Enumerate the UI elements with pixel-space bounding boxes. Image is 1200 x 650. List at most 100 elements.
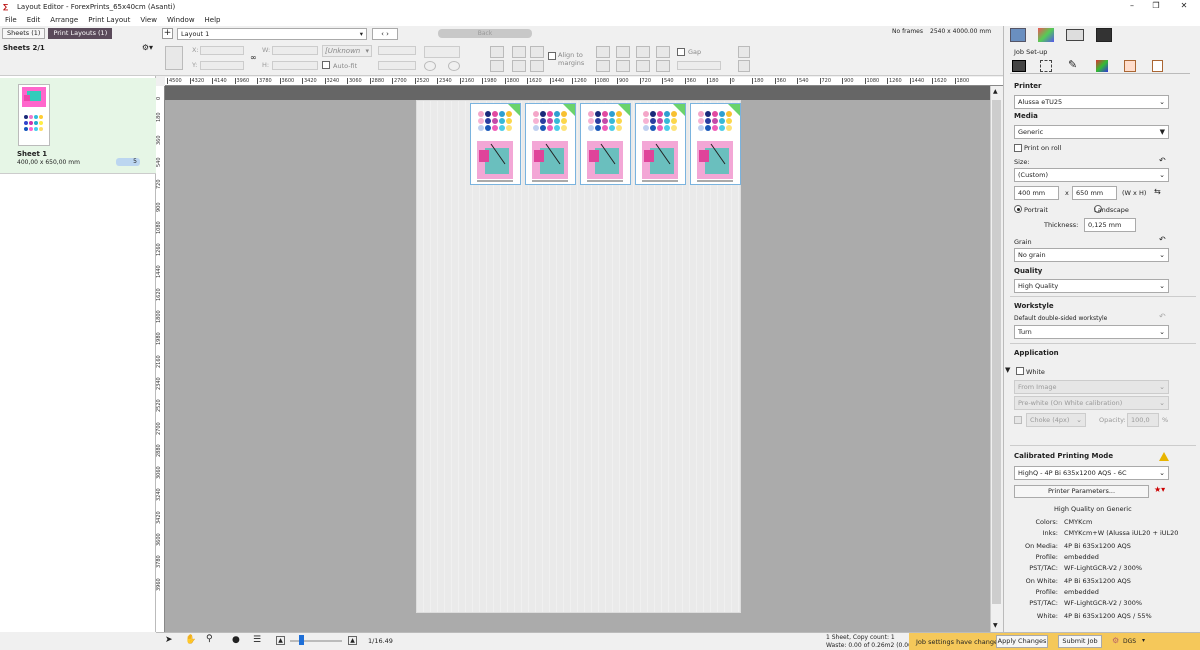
zoom-slider[interactable]	[290, 640, 342, 642]
media-select[interactable]: Generic ▼	[1014, 125, 1169, 139]
gear-icon[interactable]: ⚙▾	[142, 43, 153, 52]
y-field[interactable]	[200, 61, 244, 70]
collapse-icon[interactable]: ▼	[1005, 366, 1010, 374]
menu-help[interactable]: Help	[200, 16, 226, 24]
scroll-thumb[interactable]	[992, 100, 1001, 604]
grain-select[interactable]: No grain ⌄	[1014, 248, 1169, 262]
dgs-dropdown-icon[interactable]: ▾	[1142, 637, 1145, 644]
print-frame[interactable]	[525, 103, 576, 185]
sheet-list-item[interactable]: Sheet 1 400,00 x 650,00 mm 5	[0, 78, 156, 174]
tile-icon[interactable]	[738, 60, 750, 72]
grain-reset-icon[interactable]: ↶	[1159, 235, 1166, 244]
gap-checkbox[interactable]	[677, 48, 685, 56]
menu-window[interactable]: Window	[162, 16, 200, 24]
menu-file[interactable]: File	[0, 16, 22, 24]
scroll-down-icon[interactable]: ▼	[993, 622, 998, 629]
scroll-up-icon[interactable]: ▲	[993, 88, 998, 95]
add-layout-icon[interactable]: +	[162, 28, 173, 39]
menu-view[interactable]: View	[135, 16, 162, 24]
vertical-scrollbar[interactable]: ▲ ▼	[990, 86, 1002, 632]
anchor-grid-icon[interactable]	[165, 46, 183, 70]
layout-select[interactable]: Layout 1 ▾	[177, 28, 367, 40]
color-tab-icon[interactable]	[1038, 28, 1054, 42]
rotate-right-icon[interactable]	[448, 61, 460, 71]
color-subtab-icon[interactable]	[1096, 60, 1108, 72]
portrait-radio[interactable]	[1014, 205, 1022, 213]
pen-subtab-icon[interactable]: ✎	[1068, 58, 1077, 71]
star-icon[interactable]: ★▾	[1154, 485, 1165, 494]
workstyle-reset-icon[interactable]: ↶	[1159, 312, 1166, 321]
from-image-select[interactable]: From Image ⌄	[1014, 380, 1169, 394]
align-middle-icon[interactable]	[512, 60, 526, 72]
tab-sheets[interactable]: Sheets (1)	[2, 27, 46, 39]
print-frame[interactable]	[580, 103, 631, 185]
cpm-select[interactable]: HighQ - 4P Bi 635x1200 AQS - 6C ⌄	[1014, 466, 1169, 480]
choke-checkbox[interactable]	[1014, 416, 1022, 424]
autofit-checkbox[interactable]	[322, 61, 330, 69]
space-v-icon[interactable]	[616, 60, 630, 72]
margins-subtab-icon[interactable]	[1040, 60, 1052, 72]
spacing-field[interactable]	[378, 61, 416, 70]
minimize-icon[interactable]: –	[1120, 0, 1144, 13]
stack-icon[interactable]	[738, 46, 750, 58]
unit-select[interactable]: [Unknown ▾	[322, 45, 372, 57]
dgs-label[interactable]: DGS	[1123, 638, 1136, 645]
space-h-icon[interactable]	[596, 60, 610, 72]
align-top-icon[interactable]	[490, 60, 504, 72]
space-left-icon[interactable]	[636, 60, 650, 72]
align-left-icon[interactable]	[490, 46, 504, 58]
x-field[interactable]	[200, 46, 244, 55]
settings-sliders-icon[interactable]: ☰	[253, 635, 261, 645]
tab-print-layouts[interactable]: Print Layouts (1)	[48, 27, 113, 39]
print-frame[interactable]	[635, 103, 686, 185]
space-right-icon[interactable]	[656, 60, 670, 72]
close-icon[interactable]: ✕	[1172, 0, 1196, 13]
rotate-left-icon[interactable]	[424, 61, 436, 71]
menu-edit[interactable]: Edit	[22, 16, 46, 24]
menu-arrange[interactable]: Arrange	[45, 16, 83, 24]
opacity-input[interactable]: 100,0	[1127, 413, 1159, 427]
layout-nav-arrows[interactable]: ‹ ›	[372, 28, 398, 40]
width-input[interactable]: 400 mm	[1014, 186, 1059, 200]
distribute-h-icon[interactable]	[596, 46, 610, 58]
quality-select[interactable]: High Quality ⌄	[1014, 279, 1169, 293]
back-button[interactable]: Back	[438, 29, 532, 38]
print-frame[interactable]	[470, 103, 521, 185]
size-reset-icon[interactable]: ↶	[1159, 156, 1166, 165]
unit-field[interactable]	[378, 46, 416, 55]
pointer-tool-icon[interactable]: ➤	[165, 635, 173, 645]
maximize-icon[interactable]: ❐	[1144, 0, 1168, 13]
link-icon[interactable]: ∞	[250, 53, 257, 62]
align-right-icon[interactable]	[530, 46, 544, 58]
distribute-v-icon[interactable]	[616, 46, 630, 58]
zoom-out-icon[interactable]: ▲	[276, 636, 285, 645]
align-center-icon[interactable]	[512, 46, 526, 58]
zoom-in-icon[interactable]: ▲	[348, 636, 357, 645]
submit-job-button[interactable]: Submit Job	[1058, 635, 1102, 648]
zoom-slider-thumb[interactable]	[299, 635, 304, 645]
zoom-level[interactable]: 1/16.49	[368, 637, 393, 645]
comment-icon[interactable]: ●	[232, 635, 240, 645]
prewhite-select[interactable]: Pre-white (On White calibration) ⌄	[1014, 396, 1169, 410]
align-to-margins-checkbox[interactable]	[548, 52, 556, 60]
swap-icon[interactable]: ⇆	[1154, 187, 1161, 196]
print-frame[interactable]	[690, 103, 741, 185]
queue-tab-icon[interactable]	[1096, 28, 1112, 42]
printer-select[interactable]: Alussa eTU25 ⌄	[1014, 95, 1169, 109]
hand-tool-icon[interactable]: ✋	[185, 635, 196, 645]
thickness-input[interactable]: 0,125 mm	[1084, 218, 1136, 232]
gap-field[interactable]	[677, 61, 721, 70]
finishing-subtab-icon[interactable]	[1124, 60, 1136, 72]
output-subtab-icon[interactable]	[1152, 60, 1163, 72]
choke-select[interactable]: Choke (4px) ⌄	[1026, 413, 1086, 427]
height-input[interactable]: 650 mm	[1072, 186, 1117, 200]
job-setup-tab-icon[interactable]	[1010, 28, 1026, 42]
align-bottom-icon[interactable]	[530, 60, 544, 72]
distribute-edge-icon[interactable]	[656, 46, 670, 58]
preview-tab-icon[interactable]	[1066, 29, 1084, 41]
size-select[interactable]: (Custom) ⌄	[1014, 168, 1169, 182]
workstyle-select[interactable]: Turn ⌄	[1014, 325, 1169, 339]
width-field[interactable]	[272, 46, 318, 55]
white-checkbox[interactable]	[1016, 367, 1024, 375]
printer-subtab-icon[interactable]	[1012, 60, 1026, 72]
